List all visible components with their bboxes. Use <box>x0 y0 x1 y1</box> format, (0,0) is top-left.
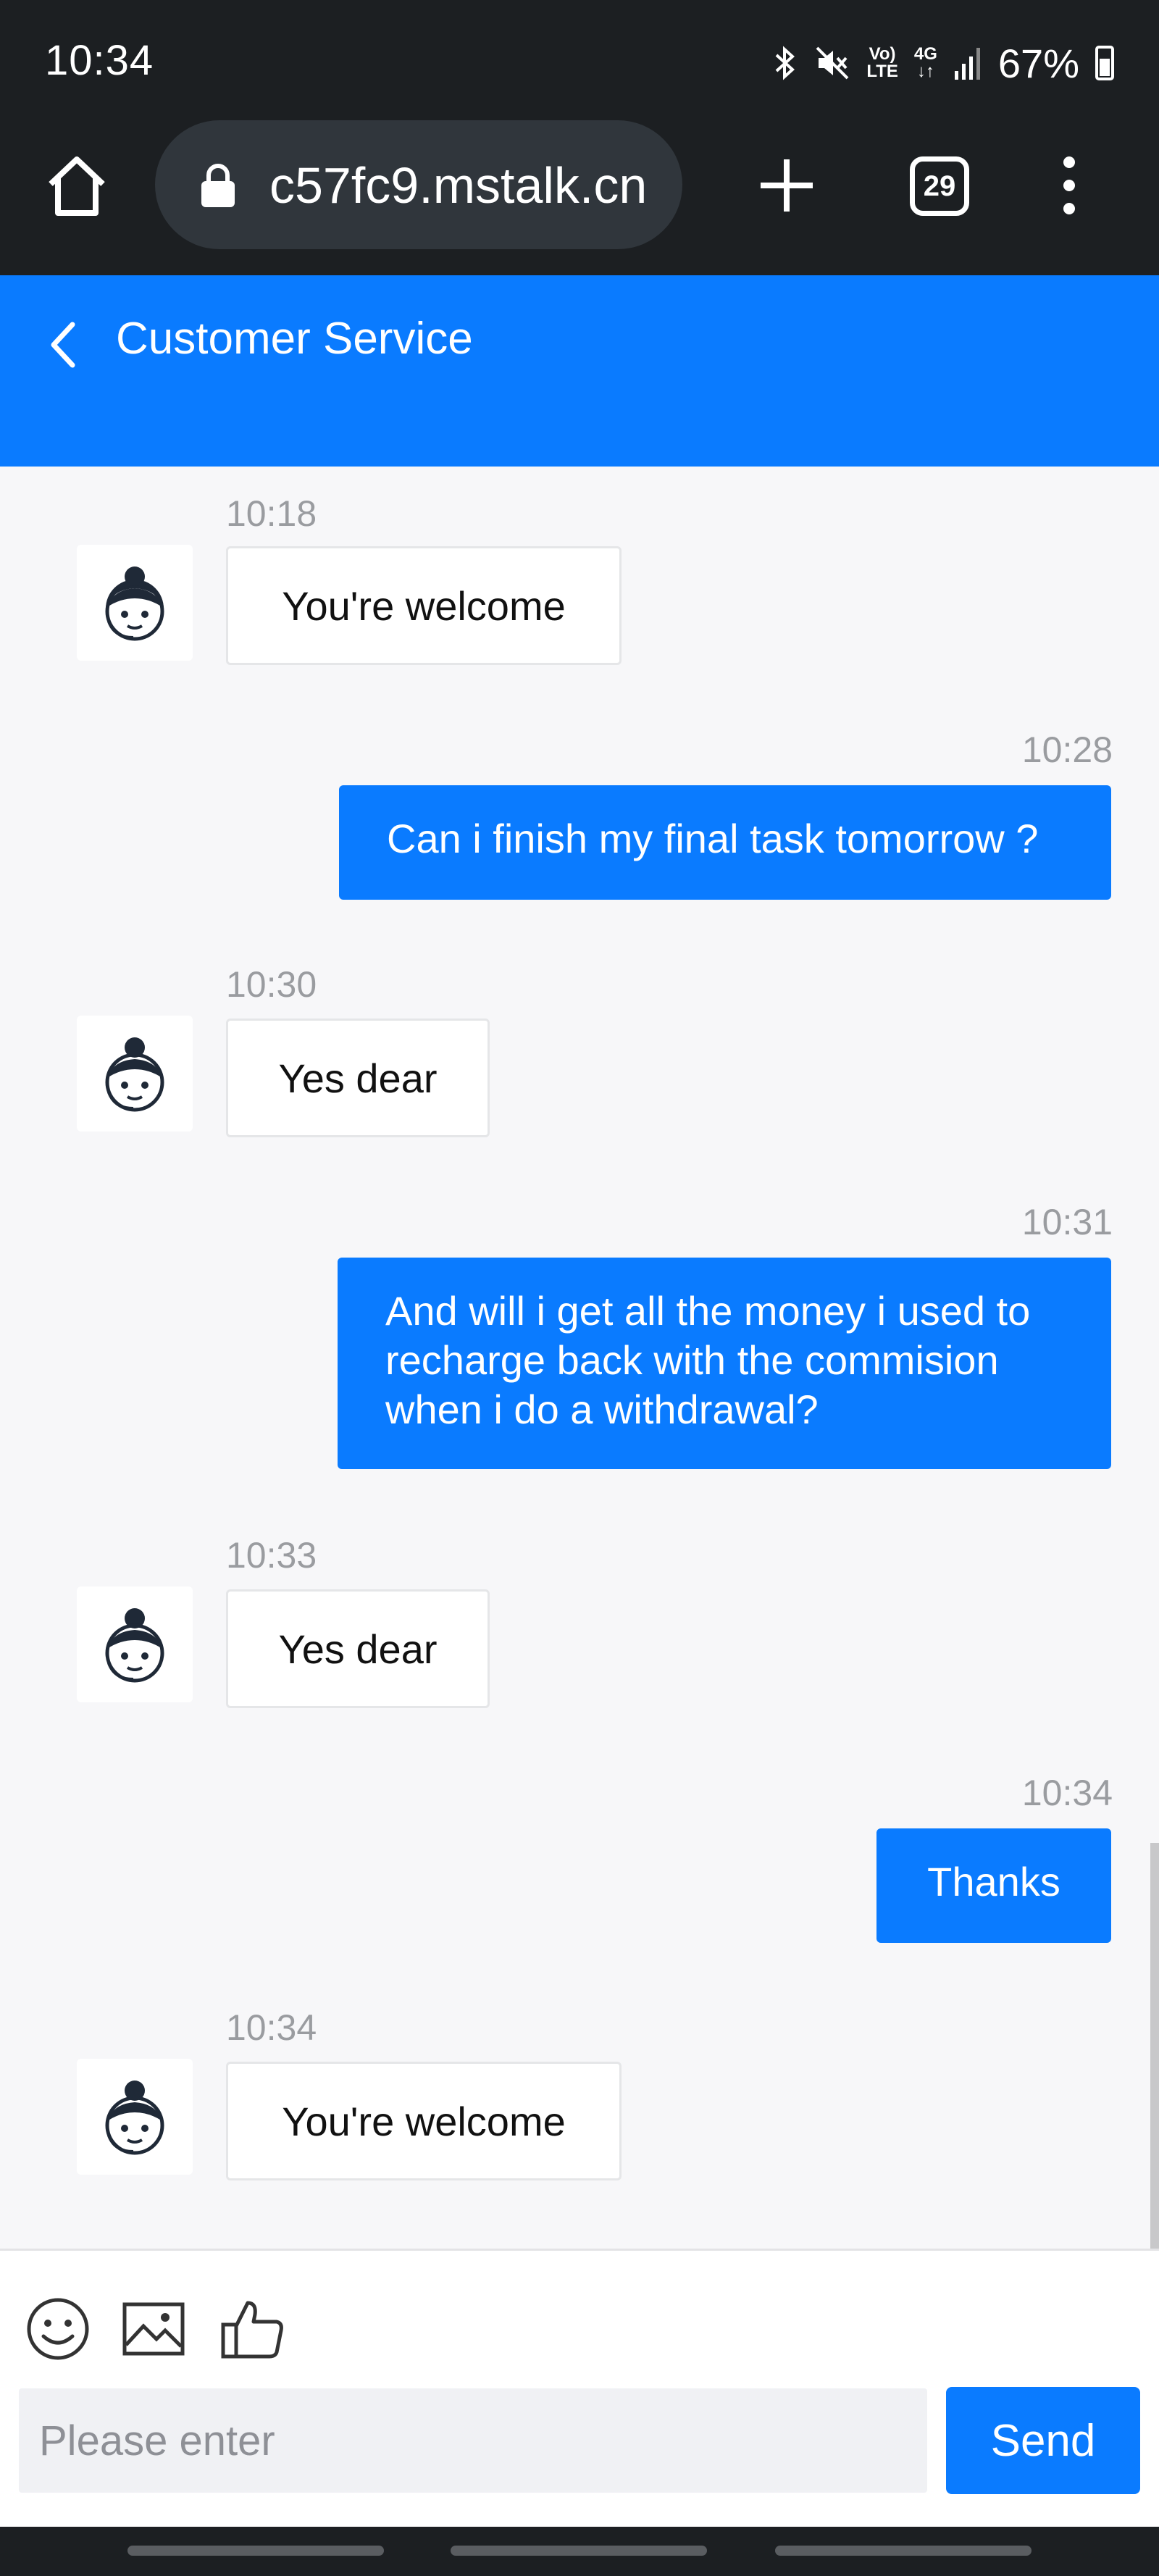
received-message: You're welcome <box>226 546 622 665</box>
support-agent-icon <box>105 1037 164 1112</box>
url-text: c57fc9.mstalk.cn <box>269 157 648 214</box>
status-bar: 10:34 Vo) LTE 4G ↓↑ 67% <box>0 0 1159 116</box>
sent-message: And will i get all the money i used to r… <box>338 1258 1111 1469</box>
bluetooth-icon <box>775 46 795 80</box>
message-input[interactable] <box>19 2388 927 2493</box>
status-time: 10:34 <box>45 37 154 84</box>
data-top: 4G <box>913 44 937 64</box>
support-agent-icon <box>105 1608 164 1683</box>
message-timestamp: 10:28 <box>1021 729 1113 770</box>
more-menu-icon[interactable] <box>1050 152 1088 219</box>
nav-back-handle[interactable] <box>775 2546 1032 2556</box>
support-agent-icon <box>105 566 164 641</box>
page-title: Customer Service <box>116 314 473 364</box>
sent-message: Can i finish my final task tomorrow ? <box>339 785 1111 900</box>
nav-home-handle[interactable] <box>451 2546 707 2556</box>
thumbs-up-icon[interactable] <box>219 2296 285 2362</box>
data-indicator: 4G ↓↑ <box>914 46 937 80</box>
emoji-icon[interactable] <box>25 2296 91 2362</box>
message-timestamp: 10:34 <box>1021 1773 1113 1813</box>
volte-top: Vo) <box>869 44 896 64</box>
chat-messages[interactable]: 10:18 You're welcome 10:28 Can i finish … <box>0 467 1159 2249</box>
message-timestamp: 10:18 <box>226 493 317 534</box>
message-timestamp: 10:30 <box>226 964 317 1005</box>
agent-avatar <box>77 2059 193 2175</box>
volte-bottom: LTE <box>866 62 898 81</box>
composer: Send <box>0 2249 1159 2527</box>
address-bar[interactable]: c57fc9.mstalk.cn <box>155 120 682 249</box>
received-message: Yes dear <box>226 1589 490 1708</box>
chat-header: Customer Service <box>0 275 1159 467</box>
image-icon[interactable] <box>120 2296 187 2362</box>
agent-avatar <box>77 1016 193 1132</box>
new-tab-icon[interactable] <box>753 152 820 219</box>
received-message: You're welcome <box>226 2062 622 2180</box>
status-icons: Vo) LTE 4G ↓↑ 67% <box>772 38 1114 88</box>
home-icon[interactable] <box>43 152 110 219</box>
system-nav-bar <box>0 2527 1159 2576</box>
volte-indicator: Vo) LTE <box>866 46 898 80</box>
support-agent-icon <box>105 2081 164 2155</box>
agent-avatar <box>77 1586 193 1702</box>
data-bottom: ↓↑ <box>916 62 934 81</box>
back-chevron-icon[interactable] <box>42 316 85 374</box>
sent-message: Thanks <box>876 1828 1111 1943</box>
received-message: Yes dear <box>226 1019 490 1137</box>
mute-icon <box>816 46 849 80</box>
browser-toolbar: c57fc9.mstalk.cn 29 <box>0 116 1159 275</box>
battery-percent: 67% <box>997 40 1079 86</box>
message-timestamp: 10:33 <box>226 1535 317 1576</box>
scrollbar[interactable] <box>1150 1843 1159 2249</box>
message-timestamp: 10:31 <box>1021 1202 1113 1242</box>
message-timestamp: 10:34 <box>226 2007 317 2048</box>
signal-icon <box>954 48 980 80</box>
battery-icon <box>1095 46 1114 80</box>
tab-switcher-button[interactable]: 29 <box>910 156 969 216</box>
agent-avatar <box>77 545 193 661</box>
lock-icon <box>201 164 235 207</box>
send-button[interactable]: Send <box>946 2387 1140 2494</box>
nav-recents-handle[interactable] <box>127 2546 384 2556</box>
